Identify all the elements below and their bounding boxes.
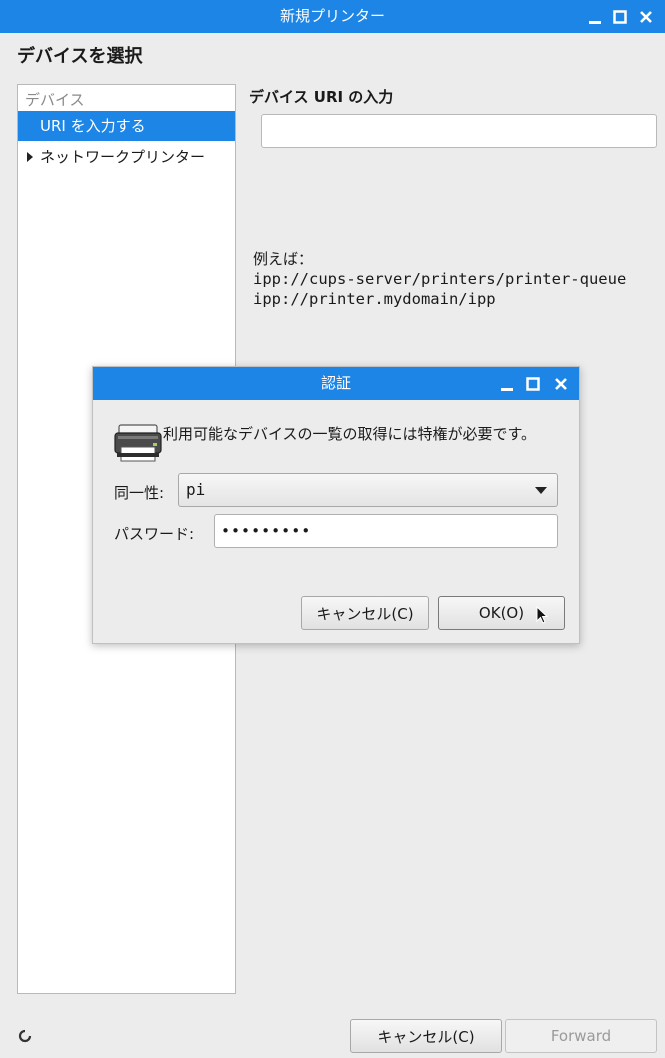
dialog-cancel-button[interactable]: キャンセル(C) [301, 596, 429, 630]
identity-label: 同一性: [114, 484, 165, 502]
identity-select[interactable]: pi [178, 473, 558, 507]
dialog-titlebar[interactable]: 認証 [93, 367, 579, 400]
spinner-icon [18, 1029, 32, 1043]
example-line: ipp://printer.mydomain/ipp [253, 290, 496, 308]
device-item-label: ネットワークプリンター [40, 148, 206, 166]
minimize-icon[interactable] [497, 374, 517, 394]
expand-arrow-icon[interactable] [26, 142, 34, 185]
uri-examples: 例えば： ipp://cups-server/printers/printer-… [253, 249, 626, 309]
close-icon[interactable] [551, 374, 571, 394]
password-field[interactable]: ••••••••• [214, 514, 558, 548]
minimize-icon[interactable] [585, 7, 605, 27]
identity-value: pi [186, 480, 206, 499]
window-title: 新規プリンター [279, 7, 385, 25]
auth-message: 利用可能なデバイスの一覧の取得には特権が必要です。 [163, 425, 537, 443]
auth-dialog[interactable]: 認証 利用可能なデバイスの一覧の取得には特権が必要です。 同一性: pi パスワ… [92, 366, 580, 644]
device-item-enter-uri[interactable]: URI を入力する [18, 111, 235, 141]
uri-label: デバイス URI の入力 [249, 88, 394, 106]
device-item-network-printer[interactable]: ネットワークプリンター [18, 142, 235, 172]
printer-icon [113, 421, 163, 465]
uri-input[interactable] [261, 114, 657, 148]
forward-button[interactable]: Forward [505, 1019, 657, 1053]
example-line: ipp://cups-server/printers/printer-queue [253, 270, 627, 288]
page-title: デバイスを選択 [17, 46, 143, 67]
window-titlebar[interactable]: 新規プリンター [0, 0, 665, 33]
close-icon[interactable] [636, 7, 656, 27]
device-list-header: デバイス [25, 91, 85, 109]
mouse-pointer-icon [536, 605, 549, 626]
password-label: パスワード: [114, 525, 195, 543]
maximize-icon[interactable] [523, 374, 543, 394]
chevron-down-icon [535, 487, 547, 494]
maximize-icon[interactable] [610, 7, 630, 27]
example-heading: 例えば： [253, 250, 314, 268]
device-item-label: URI を入力する [40, 117, 146, 135]
cancel-button[interactable]: キャンセル(C) [350, 1019, 502, 1053]
